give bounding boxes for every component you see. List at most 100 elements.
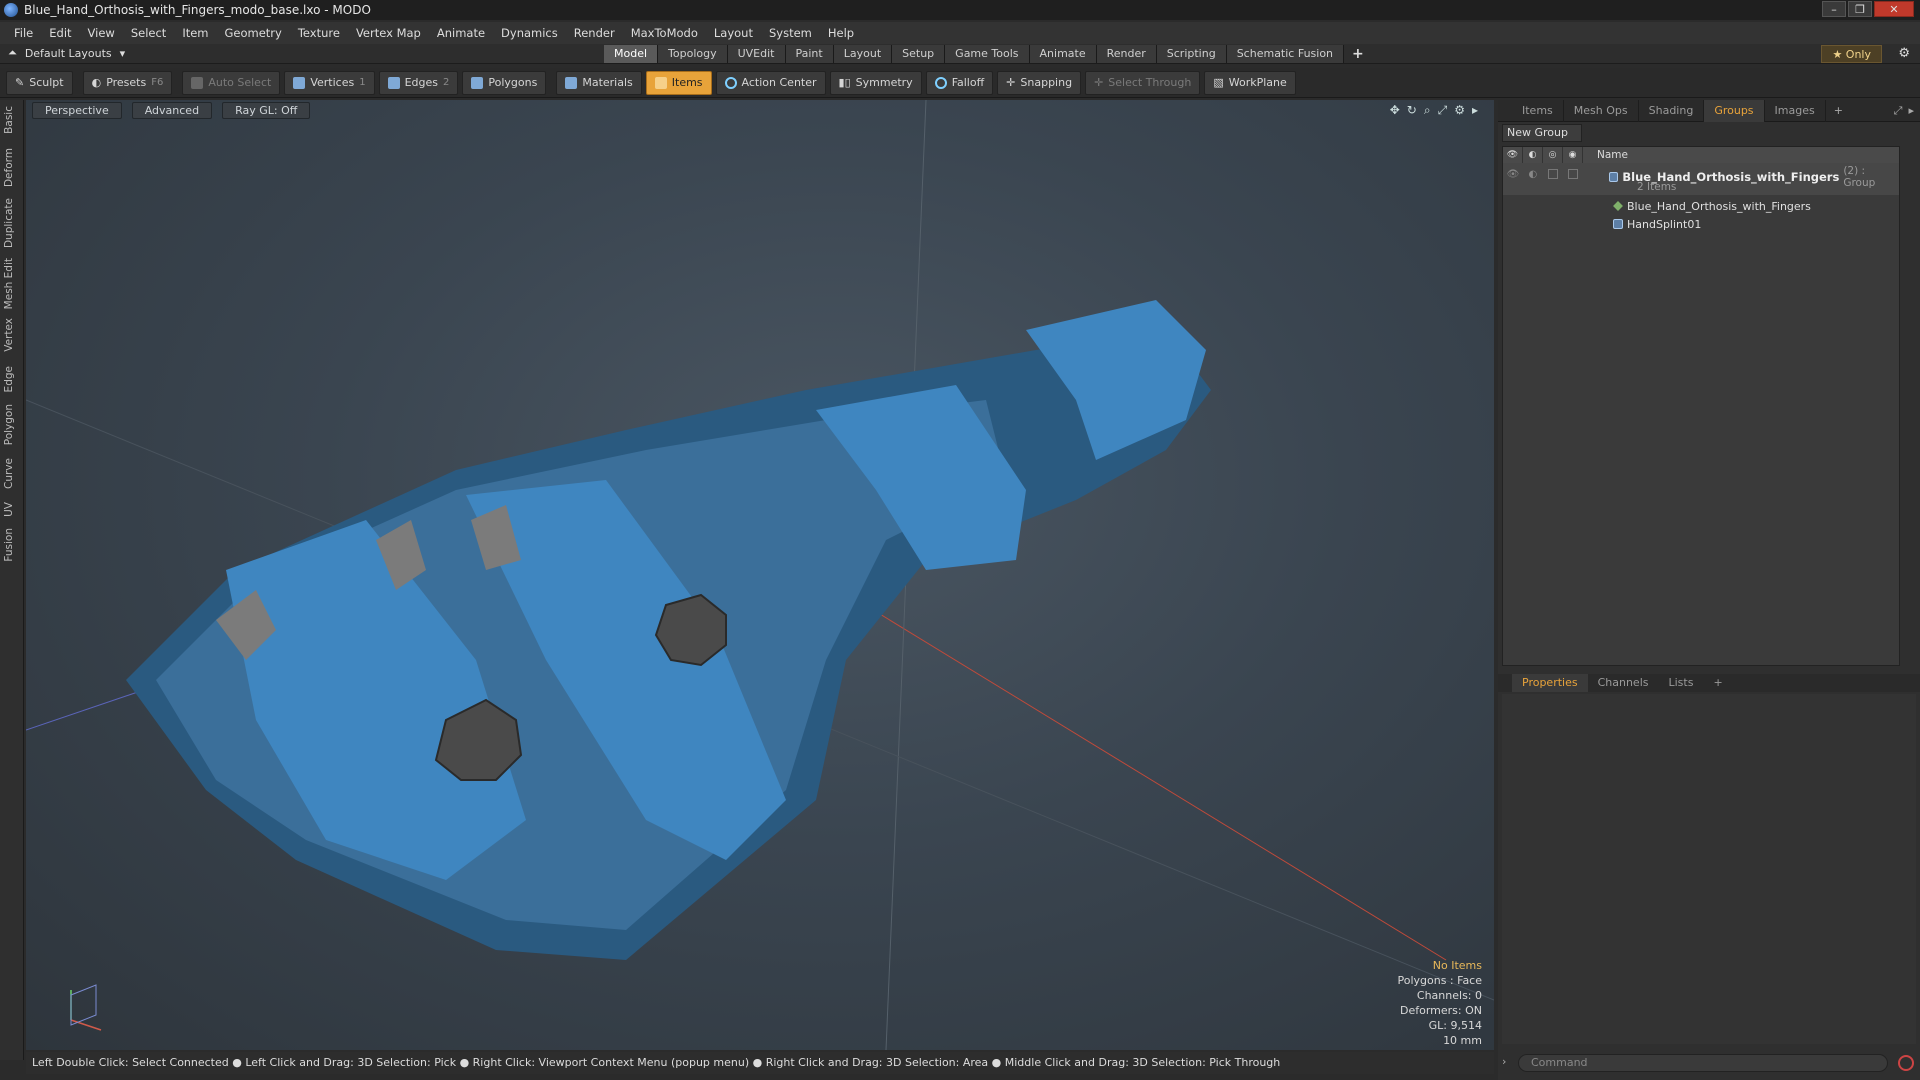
tree-item-row[interactable]: HandSplint01: [1503, 213, 1899, 231]
menu-vertex-map[interactable]: Vertex Map: [348, 26, 429, 40]
left-tab-edge[interactable]: Edge: [3, 366, 15, 392]
left-tab-basic[interactable]: Basic: [3, 106, 15, 134]
group-row[interactable]: 👁 ◐ Blue_Hand_Orthosis_with_Fingers (2) …: [1503, 163, 1899, 195]
tree-item[interactable]: Blue_Hand_Orthosis_with_Fingers: [1613, 200, 1811, 213]
new-group-button[interactable]: New Group: [1502, 124, 1582, 142]
menu-system[interactable]: System: [761, 26, 820, 40]
lock-header-icon[interactable]: ◎: [1543, 147, 1563, 163]
layout-selector[interactable]: ⏶ Default Layouts ▾: [8, 46, 125, 60]
tab-channels[interactable]: Channels: [1588, 674, 1659, 692]
menu-view[interactable]: View: [80, 26, 123, 40]
restore-icon[interactable]: ❐: [1848, 1, 1872, 17]
raygl-button[interactable]: Ray GL: Off: [222, 101, 311, 119]
tab-animate[interactable]: Animate: [1029, 45, 1097, 63]
tab-layout[interactable]: Layout: [833, 45, 893, 63]
menu-item[interactable]: Item: [174, 26, 216, 40]
tab-items[interactable]: Items: [1512, 99, 1564, 122]
select-header-icon[interactable]: ◉: [1563, 147, 1583, 163]
tab-model[interactable]: Model: [604, 45, 659, 63]
left-tab-deform[interactable]: Deform: [3, 148, 15, 187]
only-button[interactable]: ★ Only: [1821, 45, 1882, 63]
move-view-icon[interactable]: ✥: [1390, 103, 1400, 118]
left-tab-vertex[interactable]: Vertex: [3, 318, 15, 352]
rotate-view-icon[interactable]: ↻: [1407, 103, 1417, 118]
fit-view-icon[interactable]: ⤢: [1438, 103, 1448, 118]
menu-render[interactable]: Render: [566, 26, 623, 40]
panel-menu-arrow-icon[interactable]: ▸: [1908, 104, 1914, 118]
tab-scripting[interactable]: Scripting: [1156, 45, 1227, 63]
tab-mesh-ops[interactable]: Mesh Ops: [1564, 99, 1639, 122]
view-type-button[interactable]: Perspective: [32, 101, 122, 119]
polygons-button[interactable]: Polygons: [462, 70, 547, 95]
tab-groups[interactable]: Groups: [1704, 99, 1765, 122]
workplane-button[interactable]: ▧ WorkPlane: [1204, 70, 1296, 95]
presets-button[interactable]: ◐ Presets F6: [82, 70, 173, 95]
tab-shading[interactable]: Shading: [1639, 99, 1705, 122]
auto-select-button[interactable]: Auto Select: [182, 70, 281, 95]
tab-paint[interactable]: Paint: [785, 45, 834, 63]
render-toggle-icon[interactable]: ◐: [1523, 165, 1543, 183]
symmetry-button[interactable]: ▮▯ Symmetry: [829, 70, 922, 95]
add-properties-tab-icon[interactable]: +: [1703, 674, 1732, 692]
tree-item-row[interactable]: Blue_Hand_Orthosis_with_Fingers: [1503, 195, 1899, 213]
tab-game-tools[interactable]: Game Tools: [945, 45, 1030, 63]
command-input[interactable]: Command: [1518, 1054, 1888, 1072]
falloff-button[interactable]: Falloff: [925, 70, 994, 95]
sculpt-button[interactable]: ✎ Sculpt: [6, 70, 73, 95]
menu-geometry[interactable]: Geometry: [217, 26, 290, 40]
gear-icon[interactable]: ⚙: [1898, 46, 1910, 61]
tab-properties[interactable]: Properties: [1512, 674, 1588, 692]
layout-preset[interactable]: Default Layouts: [25, 47, 112, 60]
shading-mode-button[interactable]: Advanced: [131, 101, 213, 119]
tab-uvedit[interactable]: UVEdit: [727, 45, 786, 63]
materials-button[interactable]: Materials: [556, 70, 642, 95]
left-tab-uv[interactable]: UV: [3, 502, 15, 517]
menu-edit[interactable]: Edit: [41, 26, 79, 40]
tab-lists[interactable]: Lists: [1659, 674, 1704, 692]
tree-item[interactable]: HandSplint01: [1613, 218, 1701, 231]
command-history-icon[interactable]: [1898, 1055, 1914, 1071]
select-through-button[interactable]: ✛ Select Through: [1085, 70, 1201, 95]
menu-animate[interactable]: Animate: [429, 26, 493, 40]
menu-select[interactable]: Select: [123, 26, 174, 40]
visibility-header-icon[interactable]: 👁: [1503, 147, 1523, 163]
left-tab-fusion[interactable]: Fusion: [3, 528, 15, 562]
minimize-icon[interactable]: –: [1822, 1, 1846, 17]
menu-help[interactable]: Help: [820, 26, 862, 40]
menu-texture[interactable]: Texture: [290, 26, 348, 40]
left-tab-polygon[interactable]: Polygon: [3, 404, 15, 445]
edges-button[interactable]: Edges 2: [378, 70, 459, 95]
chevron-down-icon: ▾: [119, 46, 126, 60]
add-tab-icon[interactable]: +: [1344, 46, 1372, 62]
left-tab-duplicate[interactable]: Duplicate: [3, 198, 15, 248]
close-icon[interactable]: ✕: [1874, 1, 1914, 17]
tab-setup[interactable]: Setup: [892, 45, 946, 63]
left-tab-curve[interactable]: Curve: [3, 458, 15, 489]
visibility-eye-icon[interactable]: 👁: [1503, 165, 1523, 183]
items-button[interactable]: Items: [645, 70, 712, 95]
tab-render[interactable]: Render: [1096, 45, 1157, 63]
3d-viewport[interactable]: Perspective Advanced Ray GL: Off ✥ ↻ ⌕ ⤢…: [26, 100, 1494, 1050]
collapse-icon[interactable]: ⏶: [8, 46, 17, 60]
menu-file[interactable]: File: [6, 26, 41, 40]
select-toggle[interactable]: [1563, 165, 1583, 183]
expand-icon[interactable]: ⤢: [1894, 104, 1903, 118]
zoom-view-icon[interactable]: ⌕: [1424, 103, 1431, 118]
tab-schematic-fusion[interactable]: Schematic Fusion: [1226, 45, 1345, 63]
action-center-button[interactable]: Action Center: [715, 70, 826, 95]
render-header-icon[interactable]: ◐: [1523, 147, 1543, 163]
left-tab-mesh-edit[interactable]: Mesh Edit: [3, 258, 15, 309]
viewport-gear-icon[interactable]: ⚙: [1454, 103, 1465, 118]
menu-maxtomodo[interactable]: MaxToModo: [623, 26, 706, 40]
tab-topology[interactable]: Topology: [658, 45, 728, 63]
lock-toggle[interactable]: [1543, 165, 1563, 183]
orthosis-model[interactable]: [26, 100, 1494, 1050]
menu-layout[interactable]: Layout: [706, 26, 761, 40]
snapping-button[interactable]: ✛ Snapping: [997, 70, 1082, 95]
tab-images[interactable]: Images: [1765, 99, 1826, 122]
menu-dynamics[interactable]: Dynamics: [493, 26, 566, 40]
vertices-button[interactable]: Vertices 1: [284, 70, 375, 95]
add-panel-tab-icon[interactable]: +: [1826, 104, 1851, 117]
command-arrow-icon[interactable]: ›: [1502, 1055, 1506, 1068]
viewport-menu-arrow-icon[interactable]: ▸: [1472, 103, 1478, 118]
